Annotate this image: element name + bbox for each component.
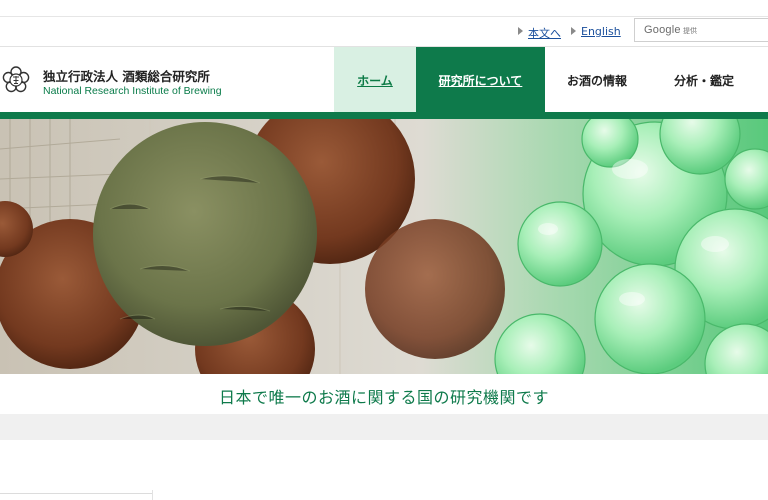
content-divider-band [0,414,768,440]
institute-logo-icon[interactable] [1,65,31,95]
nav-sake-info[interactable]: お酒の情報 [545,47,649,113]
top-strip [0,0,768,17]
tab-line-decoration [152,490,153,500]
nav-home-label: ホーム [357,73,393,88]
google-logo: Google [644,24,681,36]
org-name-english[interactable]: National Research Institute of Brewing [43,85,222,97]
arrow-right-icon [571,27,576,35]
english-link[interactable]: English [581,25,621,38]
tab-line-decoration [0,493,152,494]
hero-image [0,119,768,374]
nav-home[interactable]: ホーム [334,47,416,113]
nav-underline-bar [0,112,768,119]
site-search-input[interactable]: Google 提供 [634,18,768,42]
nav-sake-label: お酒の情報 [566,73,627,88]
skip-to-main-link[interactable]: 本文へ [528,25,561,41]
nav-analysis-label: 分析・鑑定 [673,73,734,88]
nav-about-label: 研究所について [438,73,523,88]
site-header: 独立行政法人 酒類総合研究所 National Research Institu… [0,46,768,113]
org-name-japanese[interactable]: 独立行政法人 酒類総合研究所 [43,66,210,85]
arrow-right-icon [518,27,523,35]
nav-about-institute[interactable]: 研究所について [416,47,545,113]
nav-analysis[interactable]: 分析・鑑定 [649,47,759,113]
hero-banner [0,119,768,374]
hero-tagline: 日本で唯一のお酒に関する国の研究機関です [218,388,549,407]
search-provided-label: 提供 [683,27,697,35]
